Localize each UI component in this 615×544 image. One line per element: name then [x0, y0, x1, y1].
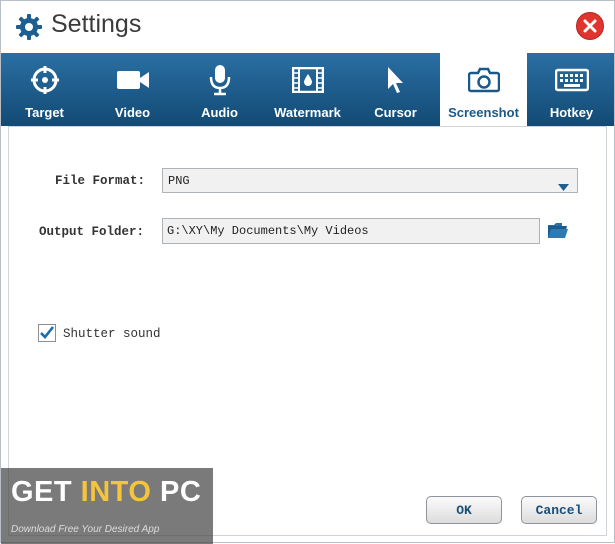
film-watermark-icon [291, 65, 324, 95]
cancel-button[interactable]: Cancel [521, 496, 597, 524]
settings-gear-icon [15, 13, 43, 41]
output-folder-input[interactable] [162, 218, 540, 244]
tab-cursor-label: Cursor [374, 105, 417, 120]
crosshair-icon [30, 65, 60, 95]
file-format-value: PNG [168, 174, 190, 188]
cursor-arrow-icon [385, 65, 407, 95]
tab-screenshot[interactable]: Screenshot [440, 53, 527, 126]
watermark-subtitle: Download Free Your Desired App [11, 524, 160, 535]
tab-watermark-label: Watermark [274, 105, 341, 120]
output-folder-label: Output Folder: [39, 225, 145, 239]
watermark-overlay: GET INTO PC Download Free Your Desired A… [1, 468, 213, 544]
keyboard-icon [554, 65, 589, 95]
tab-screenshot-label: Screenshot [448, 105, 519, 120]
close-button[interactable] [576, 12, 604, 40]
watermark-logo: GET INTO PC [11, 476, 201, 509]
tab-target-label: Target [25, 105, 64, 120]
tab-cursor[interactable]: Cursor [352, 53, 439, 126]
ok-button[interactable]: OK [426, 496, 502, 524]
close-icon [583, 19, 597, 33]
tab-audio[interactable]: Audio [176, 53, 263, 126]
tab-hotkey-label: Hotkey [549, 105, 594, 120]
title-bar: Settings [1, 1, 614, 53]
window-title: Settings [51, 10, 142, 38]
tab-audio-label: Audio [201, 105, 238, 120]
open-folder-icon[interactable] [547, 220, 569, 240]
watermark-title-part3: PC [151, 476, 202, 508]
shutter-sound-label: Shutter sound [63, 327, 161, 341]
tab-video[interactable]: Video [89, 53, 176, 126]
video-camera-icon [116, 65, 150, 95]
tab-target[interactable]: Target [1, 53, 88, 126]
file-format-select[interactable]: PNG [162, 168, 578, 193]
tab-watermark[interactable]: Watermark [264, 53, 351, 126]
tab-hotkey[interactable]: Hotkey [528, 53, 615, 126]
checkmark-icon [40, 326, 55, 339]
file-format-label: File Format: [55, 174, 146, 188]
microphone-icon [208, 65, 232, 96]
tab-bar: Target Video Audio Watermark Cursor Scre… [1, 53, 614, 126]
settings-window: Settings Target Video Audio Watermark Cu… [0, 0, 615, 544]
watermark-title-part1: GET [11, 476, 81, 508]
camera-icon [467, 65, 500, 95]
watermark-title-part2: INTO [80, 476, 152, 508]
shutter-sound-checkbox[interactable] [38, 324, 56, 342]
chevron-down-icon [558, 178, 569, 196]
tab-video-label: Video [114, 105, 151, 120]
